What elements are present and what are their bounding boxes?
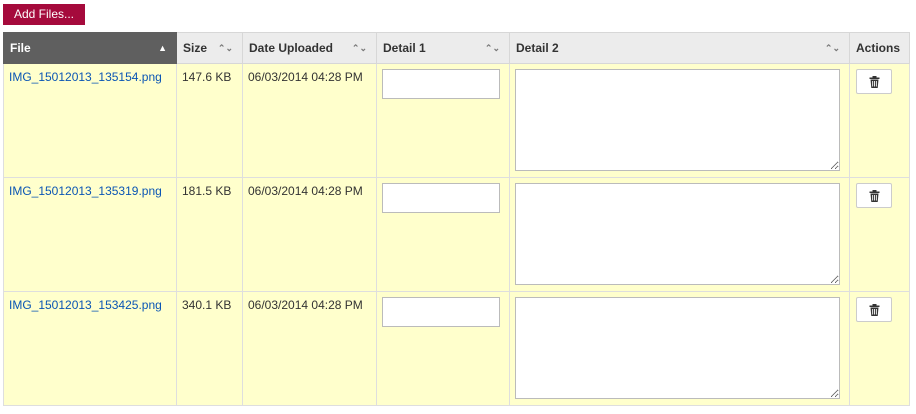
detail-2-textarea[interactable] [515, 297, 840, 399]
size-cell: 340.1 KB [176, 291, 243, 406]
date-cell: 06/03/2014 04:28 PM [242, 63, 377, 178]
table-header-row: File ▲ Size ⌃⌄ Date Uploaded ⌃⌄ Detail 1… [3, 32, 910, 64]
detail-2-textarea[interactable] [515, 183, 840, 285]
detail-1-input[interactable] [382, 297, 500, 327]
detail-1-input[interactable] [382, 69, 500, 99]
file-cell: IMG_15012013_135319.png [3, 177, 177, 292]
date-cell: 06/03/2014 04:28 PM [242, 291, 377, 406]
detail-1-cell [376, 291, 510, 406]
column-header-actions: Actions [849, 32, 910, 64]
delete-button[interactable] [856, 183, 892, 208]
table-row: IMG_15012013_153425.png 340.1 KB 06/03/2… [3, 291, 910, 406]
column-header-detail-1[interactable]: Detail 1 ⌃⌄ [376, 32, 510, 64]
delete-button[interactable] [856, 297, 892, 322]
actions-cell [849, 63, 910, 178]
file-link[interactable]: IMG_15012013_135319.png [9, 184, 162, 198]
detail-2-cell [509, 177, 850, 292]
column-header-date-uploaded[interactable]: Date Uploaded ⌃⌄ [242, 32, 377, 64]
size-cell: 181.5 KB [176, 177, 243, 292]
add-files-button[interactable]: Add Files... [3, 4, 85, 25]
size-cell: 147.6 KB [176, 63, 243, 178]
sort-icon: ⌃⌄ [484, 43, 500, 53]
column-header-label: File [10, 41, 31, 55]
file-link[interactable]: IMG_15012013_153425.png [9, 298, 162, 312]
column-header-label: Actions [856, 41, 901, 55]
actions-cell [849, 177, 910, 292]
detail-1-cell [376, 63, 510, 178]
file-cell: IMG_15012013_153425.png [3, 291, 177, 406]
column-header-label: Detail 2 [516, 41, 559, 55]
detail-1-cell [376, 177, 510, 292]
column-header-label: Detail 1 [383, 41, 426, 55]
trash-icon [869, 303, 879, 316]
date-cell: 06/03/2014 04:28 PM [242, 177, 377, 292]
detail-2-cell [509, 63, 850, 178]
files-table: File ▲ Size ⌃⌄ Date Uploaded ⌃⌄ Detail 1… [3, 32, 910, 406]
sort-icon: ⌃⌄ [824, 43, 840, 53]
sort-ascending-icon: ▲ [158, 43, 167, 53]
column-header-size[interactable]: Size ⌃⌄ [176, 32, 243, 64]
detail-2-textarea[interactable] [515, 69, 840, 171]
file-link[interactable]: IMG_15012013_135154.png [9, 70, 162, 84]
file-cell: IMG_15012013_135154.png [3, 63, 177, 178]
delete-button[interactable] [856, 69, 892, 94]
table-row: IMG_15012013_135154.png 147.6 KB 06/03/2… [3, 63, 910, 178]
trash-icon [869, 189, 879, 202]
detail-2-cell [509, 291, 850, 406]
column-header-detail-2[interactable]: Detail 2 ⌃⌄ [509, 32, 850, 64]
sort-icon: ⌃⌄ [351, 43, 367, 53]
column-header-label: Size [183, 41, 208, 55]
actions-cell [849, 291, 910, 406]
sort-icon: ⌃⌄ [217, 43, 233, 53]
column-header-file[interactable]: File ▲ [3, 32, 177, 64]
detail-1-input[interactable] [382, 183, 500, 213]
column-header-label: Date Uploaded [249, 41, 334, 55]
table-row: IMG_15012013_135319.png 181.5 KB 06/03/2… [3, 177, 910, 292]
trash-icon [869, 75, 879, 88]
